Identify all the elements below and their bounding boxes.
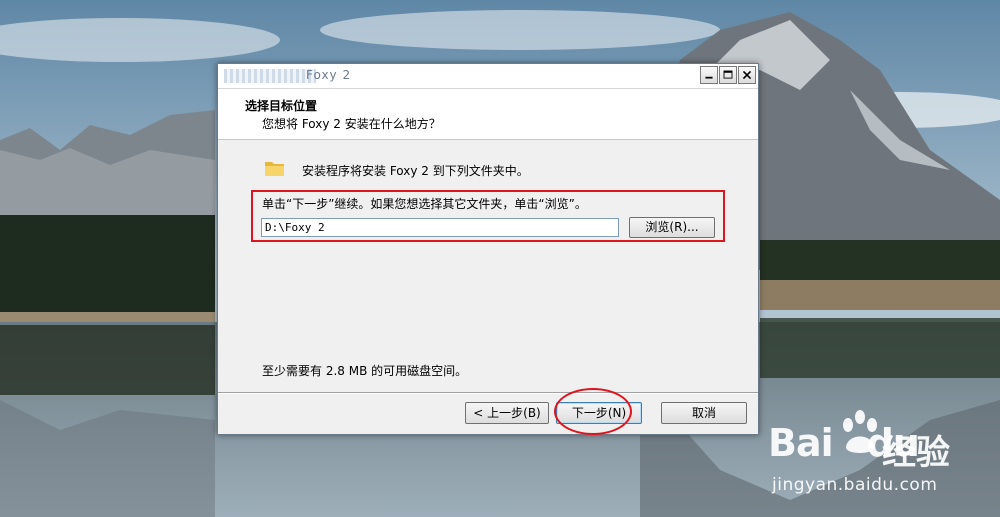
cancel-button[interactable]: 取消 [661, 402, 747, 424]
annotation-circle [554, 388, 632, 435]
watermark-url: jingyan.baidu.com [772, 475, 938, 495]
minimize-button[interactable] [700, 66, 718, 84]
install-destination-text: 安装程序将安装 Foxy 2 到下列文件夹中。 [302, 164, 529, 178]
install-path-input[interactable]: D:\Foxy 2 [261, 218, 619, 237]
instruction-text: 单击“下一步”继续。如果您想选择其它文件夹，单击“浏览”。 [262, 197, 587, 211]
browse-button[interactable]: 浏览(R)... [629, 217, 715, 238]
paw-icon [843, 410, 877, 453]
maximize-icon [723, 70, 733, 79]
setup-dialog: Foxy 2 选择目标位置 您想将 Foxy 2 安装在什么地方？ 安装程序将安… [217, 63, 759, 435]
maximize-button[interactable] [719, 66, 737, 84]
minimize-icon [705, 76, 713, 79]
watermark-logo-bai: Bai [768, 421, 834, 465]
blurred-title-text [224, 69, 316, 83]
page-subtitle: 您想将 Foxy 2 安装在什么地方？ [262, 117, 441, 131]
back-button[interactable]: < 上一步(B) [465, 402, 549, 424]
page-title: 选择目标位置 [245, 99, 318, 113]
close-button[interactable] [738, 66, 756, 84]
title-bar[interactable]: Foxy 2 [218, 64, 758, 89]
wizard-header: 选择目标位置 您想将 Foxy 2 安装在什么地方？ [218, 89, 758, 140]
close-icon [742, 70, 752, 80]
disk-space-text: 至少需要有 2.8 MB 的可用磁盘空间。 [262, 364, 468, 378]
folder-icon [265, 162, 284, 176]
window-title: Foxy 2 [306, 68, 352, 82]
footer-divider [218, 392, 758, 394]
watermark-cn: 经验 [882, 433, 950, 473]
baidu-jingyan-watermark: Bai du 经验 jingyan.baidu.com [768, 407, 998, 507]
